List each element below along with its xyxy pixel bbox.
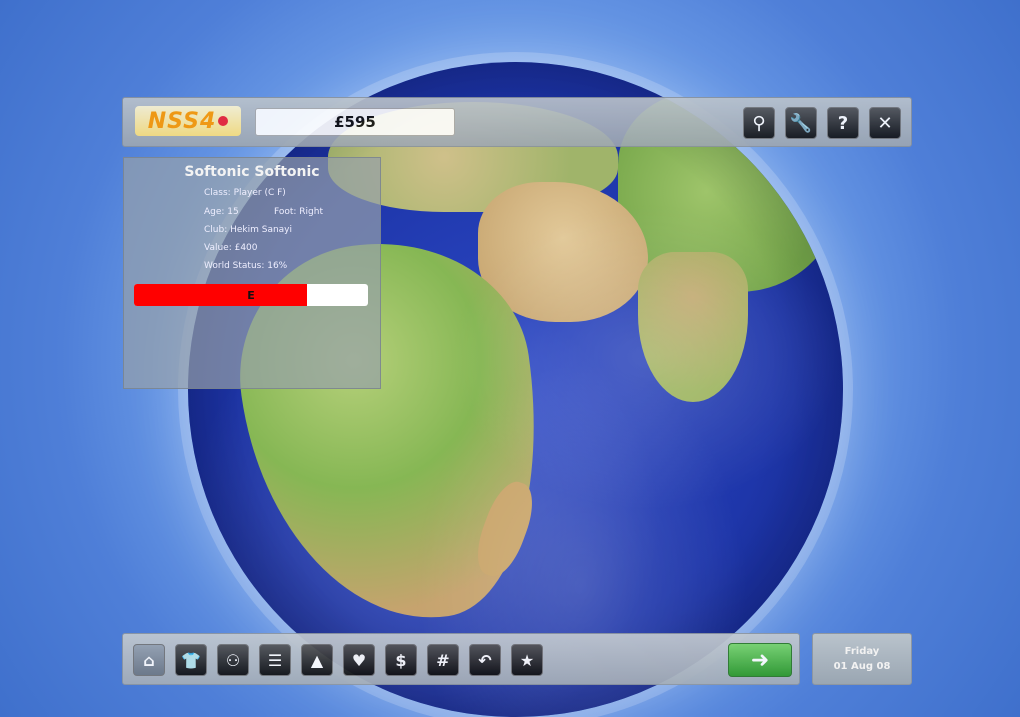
- top-bar: NSS4 £595 ⚲ 🔧 ? ✕: [122, 97, 912, 147]
- player-name: Softonic Softonic: [184, 164, 320, 180]
- star-icon: ★: [519, 650, 535, 670]
- football-icon: [218, 116, 229, 126]
- list-icon: ☰: [267, 650, 283, 670]
- transfer-button[interactable]: ↶: [469, 644, 501, 676]
- team-button[interactable]: ⚇: [217, 644, 249, 676]
- player-panel: Softonic Softonic Class: Player (C F) Ag…: [123, 157, 381, 389]
- next-button[interactable]: ➜: [728, 643, 792, 677]
- home-icon: ⌂: [143, 650, 155, 670]
- swap-icon: ↶: [478, 650, 492, 670]
- finance-button[interactable]: $: [385, 644, 417, 676]
- heart-icon: ♥: [351, 650, 367, 670]
- shirt-icon: 👕: [181, 650, 201, 670]
- date-day: Friday: [844, 646, 880, 657]
- logo-text: NSS4: [147, 108, 217, 134]
- nss4-logo: NSS4: [135, 106, 241, 136]
- bottom-nav-bar: ⌂ 👕 ⚇ ☰ ▲ ♥ $ # ↶ ★ ➜: [122, 633, 800, 685]
- stats-button[interactable]: #: [427, 644, 459, 676]
- podium-icon: ▲: [310, 650, 324, 670]
- player-rating-bar: E: [134, 284, 368, 306]
- date-panel: Friday 01 Aug 08: [812, 633, 912, 685]
- team-icon: ⚇: [225, 650, 241, 670]
- settings-button[interactable]: 🔧: [785, 107, 817, 139]
- close-button[interactable]: ✕: [869, 107, 901, 139]
- money-display: £595: [255, 108, 455, 136]
- podium-button[interactable]: ▲: [301, 644, 333, 676]
- arrow-right-icon: ➜: [750, 647, 770, 673]
- player-value: Value: £400: [204, 243, 258, 253]
- list-button[interactable]: ☰: [259, 644, 291, 676]
- player-club: Club: Hekim Sanayi: [204, 225, 293, 235]
- home-button[interactable]: ⌂: [133, 644, 165, 676]
- search-button[interactable]: ⚲: [743, 107, 775, 139]
- wrench-icon: 🔧: [789, 112, 813, 134]
- date-value: 01 Aug 08: [833, 661, 891, 672]
- hash-icon: #: [436, 650, 450, 670]
- player-age: Age: 15: [204, 207, 239, 217]
- squad-button[interactable]: 👕: [175, 644, 207, 676]
- favorites-button[interactable]: ★: [511, 644, 543, 676]
- relationships-button[interactable]: ♥: [343, 644, 375, 676]
- player-class: Class: Player (C F): [204, 188, 286, 198]
- help-button[interactable]: ?: [827, 107, 859, 139]
- player-rating-grade: E: [247, 288, 255, 302]
- player-world-status: World Status: 16%: [204, 261, 288, 271]
- player-foot: Foot: Right: [274, 207, 323, 217]
- close-icon: ✕: [877, 112, 893, 134]
- money-icon: $: [395, 650, 407, 670]
- help-icon: ?: [837, 112, 849, 134]
- search-icon: ⚲: [752, 112, 766, 134]
